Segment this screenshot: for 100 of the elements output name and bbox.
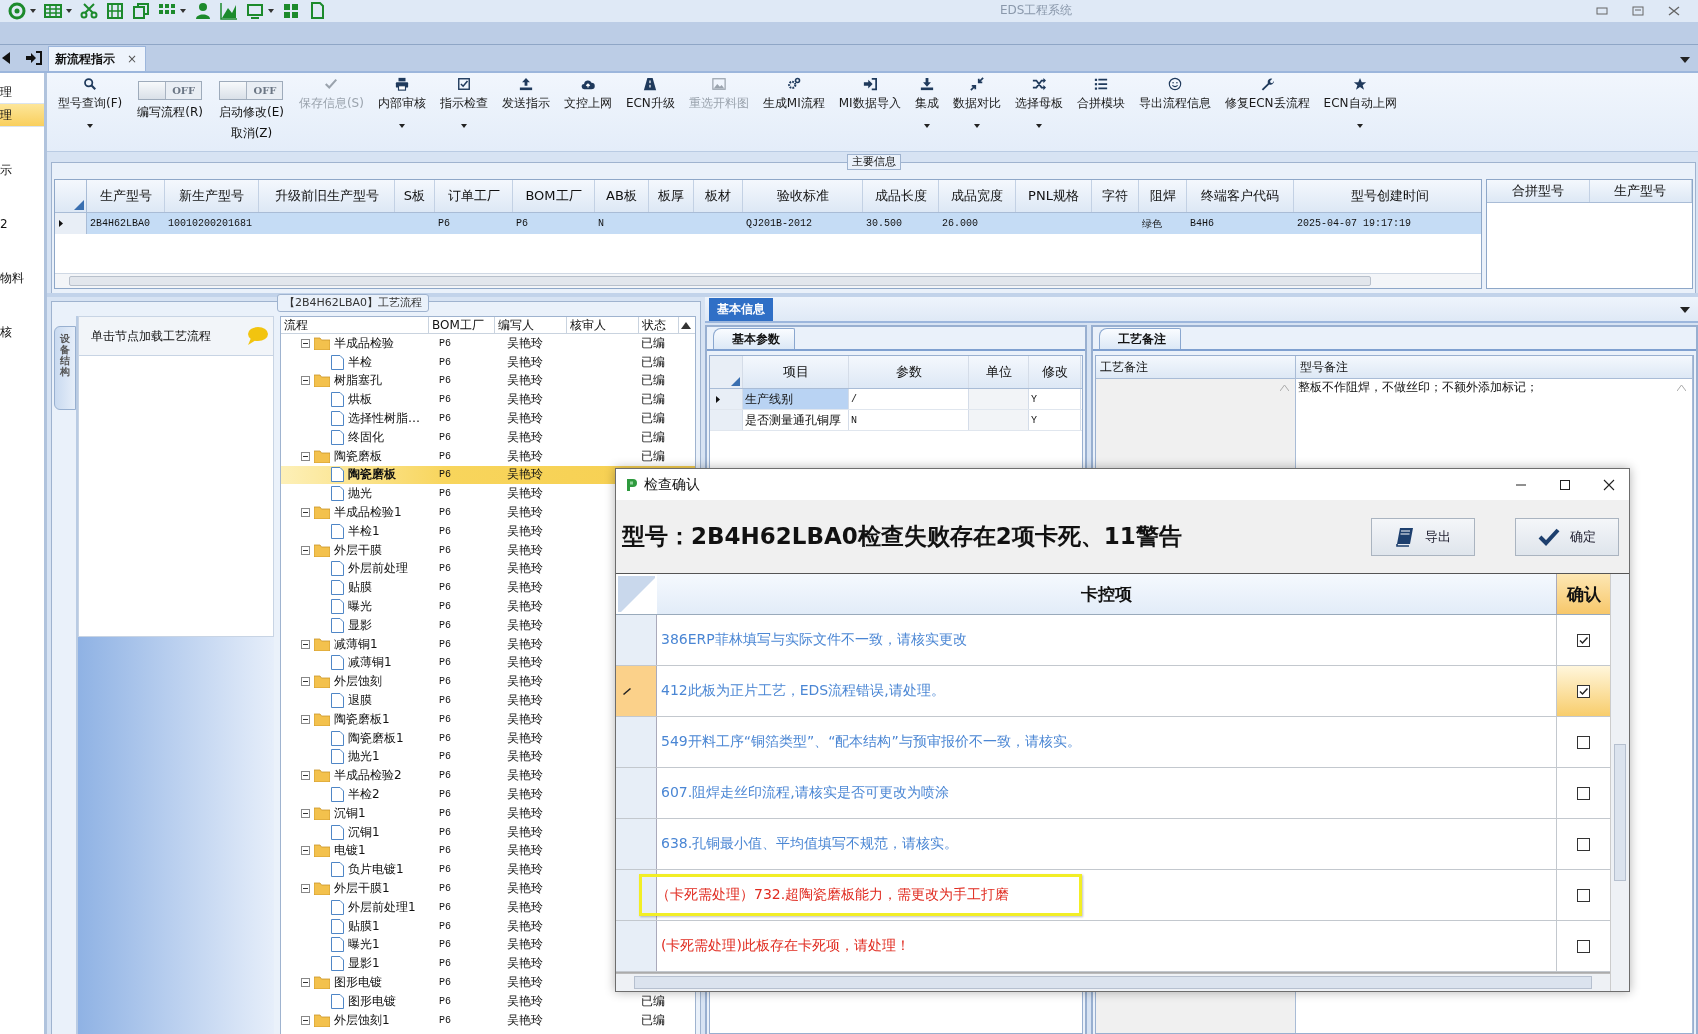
ribbon-button[interactable]: 型号查询(F) [51,75,130,143]
column-header[interactable]: 字符 [1092,180,1139,212]
ribbon-button[interactable]: 生成MI流程 [755,75,832,143]
collapse-icon[interactable] [301,639,310,649]
chart-icon[interactable] [220,2,238,20]
panel-tab[interactable]: 基本信息 [709,298,773,321]
collapse-icon[interactable] [301,451,310,461]
checkbox[interactable] [1577,888,1590,902]
tree-row[interactable]: 半检 P6 吴艳玲 已编 [281,352,695,372]
back-icon[interactable] [2,52,10,64]
panel-tab[interactable]: 基本参数 [713,328,795,349]
collapse-icon[interactable] [301,714,310,724]
panel-tab[interactable]: 工艺备注 [1099,328,1181,349]
table-row[interactable]: 生产线别 / Y [710,389,1082,410]
tree-row[interactable]: 外层蚀刻1 P6 吴艳玲 已编 [281,1010,695,1030]
toggle-switch[interactable]: OFF [138,81,203,100]
minimize-icon[interactable] [1596,6,1608,16]
horizontal-scrollbar[interactable] [55,273,1481,288]
collapse-icon[interactable] [301,376,310,386]
column-header[interactable]: 验收标准 [743,180,863,212]
ribbon-button[interactable]: 文控上网 [556,75,619,143]
scroll-up-icon[interactable] [681,322,691,329]
tree-row[interactable]: 图形电镀 P6 吴艳玲 已编 [281,991,695,1011]
checkbox[interactable] [1577,786,1590,800]
ribbon-button[interactable]: ECN升级 [618,75,682,143]
column-header[interactable]: BOM工厂 [429,317,495,333]
document-icon[interactable] [308,2,326,20]
collapse-icon[interactable] [301,508,310,518]
collapse-icon[interactable] [301,677,310,687]
checkbox[interactable] [1577,837,1590,851]
caret-icon[interactable] [1680,307,1690,313]
ribbon-button[interactable]: 集成 [907,75,946,143]
ribbon-button[interactable]: 数据对比 [945,75,1008,143]
tree-row[interactable]: 烘板 P6 吴艳玲 已编 [281,390,695,410]
check-row[interactable]: （卡死需处理）732.超陶瓷磨板能力，需更改为手工打磨 [616,870,1610,921]
check-row[interactable]: (卡死需处理)此板存在卡死项，请处理！ [616,921,1610,972]
column-header[interactable]: 修改 [1029,356,1081,388]
collapse-icon[interactable] [301,545,310,555]
collapse-icon[interactable] [301,338,310,348]
checkbox[interactable] [1577,684,1590,698]
check-row[interactable]: 549开料工序“铜箔类型”、“配本结构”与预审报价不一致，请核实。 [616,717,1610,768]
exit-icon[interactable] [26,51,42,65]
column-header[interactable]: 阻焊 [1139,180,1187,212]
ribbon-button[interactable]: 导出流程信息 [1131,75,1218,143]
column-header[interactable]: 终端客户代码 [1187,180,1294,212]
restore-icon[interactable] [1632,6,1644,16]
collapse-icon[interactable] [301,771,310,781]
ribbon-button[interactable]: MI数据导入 [831,75,908,143]
collapse-icon[interactable] [301,846,310,856]
column-header[interactable]: 板材 [694,180,743,212]
export-button[interactable]: 导出 [1371,517,1475,556]
column-header[interactable]: 单位 [969,356,1029,388]
tree-row[interactable]: 陶瓷磨板 P6 吴艳玲 已编 [281,446,695,466]
document-tab[interactable]: 新流程指示 × [48,46,147,71]
caret-icon[interactable] [180,9,186,13]
table-row[interactable]: 是否测量通孔铜厚 N Y [710,410,1082,431]
ribbon-button[interactable]: 内部审核 [370,75,433,143]
column-header[interactable]: 新生产型号 [165,180,259,212]
check-row[interactable]: 638.孔铜最小值、平均值填写不规范，请核实。 [616,819,1610,870]
sidebar-item[interactable]: 2 [0,213,44,235]
collapse-icon[interactable] [301,884,310,893]
caret-icon[interactable] [30,9,36,13]
ribbon-button[interactable]: 选择母板 [1007,75,1070,143]
column-header[interactable]: 卡控项 [657,574,1557,614]
ribbon-button[interactable]: ECN自动上网 [1316,75,1404,143]
column-header[interactable]: 成品长度 [863,180,939,212]
checkbox[interactable] [1577,633,1590,647]
lifebuoy-icon[interactable] [8,2,26,20]
side-tab[interactable]: 设备结构 [54,326,76,410]
column-header[interactable]: 参数 [849,356,969,388]
check-row[interactable]: 386ERP菲林填写与实际文件不一致，请核实更改 [616,615,1610,666]
column-header[interactable]: BOM工厂 [513,180,595,212]
checkbox[interactable] [1577,939,1590,953]
tree-row[interactable]: 选择性树脂… P6 吴艳玲 已编 [281,409,695,428]
close-tab-button[interactable]: × [127,52,138,66]
maximize-icon[interactable] [1559,478,1571,491]
column-header[interactable]: 项目 [743,356,849,388]
vertical-scrollbar[interactable] [1610,574,1629,991]
check-row[interactable]: 607.阻焊走丝印流程,请核实是否可更改为喷涂 [616,768,1610,819]
corner-triangle-icon[interactable] [74,200,84,210]
column-header[interactable]: PNL规格 [1016,180,1092,212]
caret-icon[interactable] [268,9,274,13]
collapse-icon[interactable] [301,1015,310,1025]
caret-icon[interactable] [66,9,72,13]
ribbon-button[interactable]: 合拼模块 [1069,75,1132,143]
column-header[interactable]: 成品宽度 [939,180,1016,212]
column-header[interactable]: 流程 [281,317,429,333]
ribbon-button[interactable]: 发送指示 [494,75,557,143]
corner-triangle-icon[interactable] [731,377,740,386]
column-header[interactable]: 板厚 [649,180,694,212]
tree-row[interactable]: 半成品检验 P6 吴艳玲 已编 [281,334,695,353]
tiles-icon[interactable] [282,2,300,20]
table-row[interactable]: 2B4H62LBA0 10010200201681 P6 P6 N QJ201B-2012 30.500 26.000 绿色 B4H6 2025-04-07 19:17:19 [55,213,1481,234]
tree-row[interactable]: 图形电镀 P6 吴艳玲 [281,973,695,992]
horizontal-scrollbar[interactable] [616,973,1610,991]
film-icon[interactable] [106,2,124,20]
sidebar-item[interactable]: 示 [0,159,44,181]
column-header[interactable]: 状态 [639,317,679,333]
column-header[interactable]: 生产型号 [87,180,165,212]
column-header[interactable]: 订单工厂 [435,180,513,212]
